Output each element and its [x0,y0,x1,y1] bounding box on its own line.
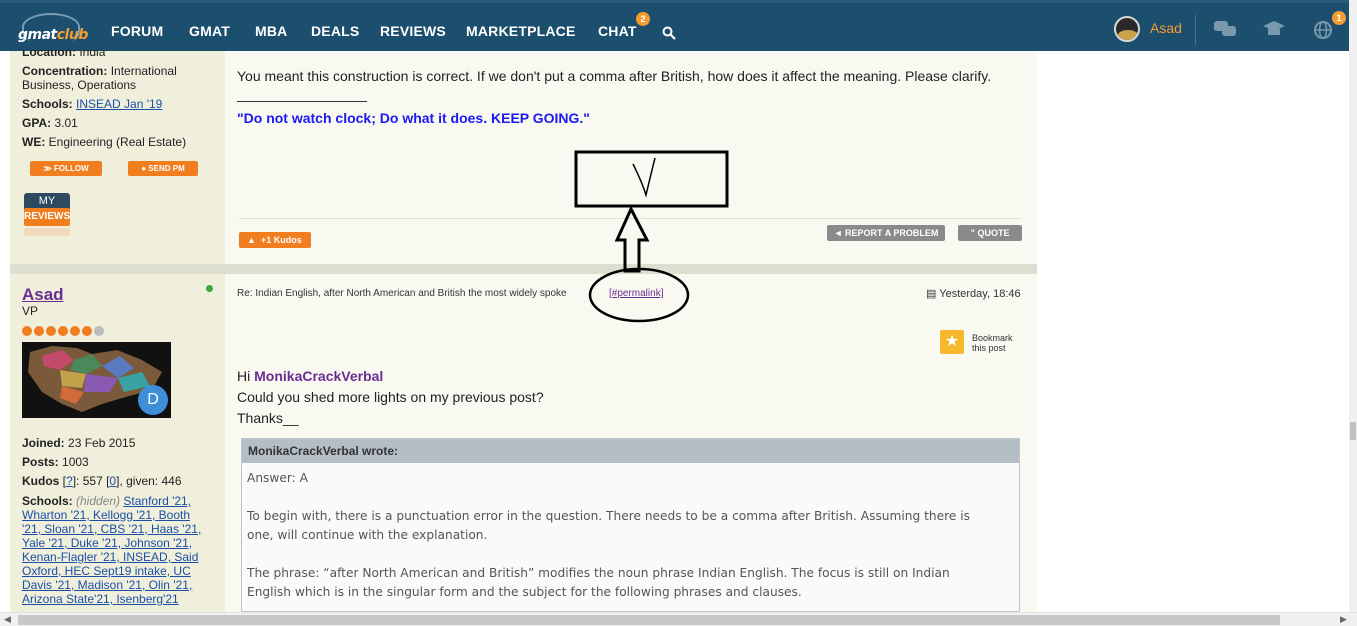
post-subject: Re: Indian English, after North American… [237,288,567,299]
document-icon: ▤ [926,288,940,300]
post-separator [10,264,1037,274]
joined-line: Joined: 23 Feb 2015 [22,436,136,450]
gpa-line: GPA: 3.01 [22,116,78,130]
school-link[interactable]: Yale '21, Duke '21, Johnson '21, [22,536,192,550]
author-rank: VP [22,304,39,318]
nav-deals[interactable]: DEALS [311,23,359,39]
globe-notifications-icon[interactable] [1311,19,1335,39]
chat-bubbles-icon[interactable] [1213,19,1237,39]
author-name[interactable]: Asad [22,285,64,305]
work-experience-line: WE: Engineering (Real Estate) [22,135,187,149]
vertical-scrollbar[interactable] [1349,0,1357,612]
nav-divider [1195,15,1196,45]
post-footer-divider [239,218,1022,219]
scroll-left-icon[interactable]: ◀ [4,614,11,625]
search-icon[interactable] [662,26,676,40]
quote-icon: ” [970,228,978,238]
user-name[interactable]: Asad [1150,20,1182,36]
post-line-2: Could you shed more lights on my previou… [237,389,544,405]
school-link[interactable]: Wharton '21, Kellogg '21, Booth [22,508,190,522]
signature: "Do not watch clock; Do what it does. KE… [237,110,590,126]
quote-line: To begin with, there is a punctuation er… [247,509,970,523]
send-pm-button[interactable]: ● SEND PM [128,161,198,176]
nav-marketplace[interactable]: MARKETPLACE [466,23,576,39]
author-initial-badge: D [138,385,168,415]
quote-line: The phrase: “after North American and Br… [247,566,950,580]
top-navbar: gmatclub FORUM GMAT MBA DEALS REVIEWS MA… [0,0,1349,51]
quote-line: Answer: A [247,471,308,485]
schools-line: Schools: INSEAD Jan '19 [22,97,163,111]
gmatclub-logo[interactable]: gmatclub [18,13,89,45]
posts-line: Posts: 1003 [22,455,89,469]
follow-icon: ≫ [43,164,54,173]
signature-divider [237,101,367,102]
school-link[interactable]: Oxford, HEC Sept19 intake, UC [22,564,191,578]
post-line-3: Thanks__ [237,410,299,426]
post-date: ▤ Yesterday, 18:46 [926,288,1021,300]
nav-chat[interactable]: CHAT [598,23,637,39]
chat-badge: 2 [636,12,650,26]
scroll-right-icon[interactable]: ▶ [1340,614,1347,625]
quote-header: MonikaCrackVerbal wrote: [242,439,1019,463]
bookmark-label[interactable]: Bookmark this post [972,333,1013,353]
school-link[interactable]: Arizona State'21, Isenberg'21 [22,592,179,606]
nav-reviews[interactable]: REVIEWS [380,23,446,39]
nav-gmat[interactable]: GMAT [189,23,230,39]
kudos-help-link[interactable]: ? [66,474,73,488]
school-link[interactable]: INSEAD Jan '19 [76,97,162,111]
my-reviews-badge[interactable]: MY REVIEWS [24,193,70,236]
nav-mba[interactable]: MBA [255,23,287,39]
graduation-cap-icon[interactable] [1262,19,1286,39]
quote-line: English which is in the singular form an… [247,585,802,599]
my-label: MY [24,193,70,209]
quote-button[interactable]: ” QUOTE [958,225,1022,241]
quote-line: one, will continue with the explanation. [247,528,488,542]
kudos-line: Kudos [?]: 557 [0], given: 446 [22,474,182,488]
logo-text-accent: club [56,27,89,43]
follow-button[interactable]: ≫ FOLLOW [30,161,102,176]
online-status-icon [206,285,213,292]
logo-text: gmat [18,27,57,43]
schools-block: Schools: (hidden) Stanford '21, Wharton … [22,494,202,606]
nav-forum[interactable]: FORUM [111,23,163,39]
concentration-line: Concentration: International Business, O… [22,64,177,92]
horizontal-scrollbar[interactable]: ◀ ▶ [0,612,1357,626]
give-kudos-button[interactable]: ▲ +1 Kudos [239,232,311,248]
greeting-line: Hi MonikaCrackVerbal [237,368,384,384]
notification-badge: 1 [1332,11,1346,25]
bookmark-star-icon[interactable]: ★ [940,330,964,354]
rank-dots [22,325,106,339]
mention-link[interactable]: MonikaCrackVerbal [254,368,383,384]
user-avatar[interactable] [1114,16,1140,42]
thumbs-up-icon: ▲ [247,235,256,245]
school-link[interactable]: Davis '21, Madison '21, Olin '21, [22,578,192,592]
school-link[interactable]: '21, Sloan '21, CBS '21, Haas '21, [22,522,201,536]
school-link[interactable]: Stanford '21, [123,494,191,508]
megaphone-icon: ◄ [833,228,846,238]
reviews-label: REVIEWS [24,208,70,226]
report-problem-button[interactable]: ◄ REPORT A PROBLEM [827,225,945,241]
school-link[interactable]: Kenan-Flagler '21, INSEAD, Said [22,550,198,564]
author-profile-image[interactable]: D [22,342,171,418]
kudos-zero-link[interactable]: 0 [109,474,116,488]
prev-post-text: You meant this construction is correct. … [237,68,992,84]
permalink-link[interactable]: [#permalink] [609,288,663,299]
